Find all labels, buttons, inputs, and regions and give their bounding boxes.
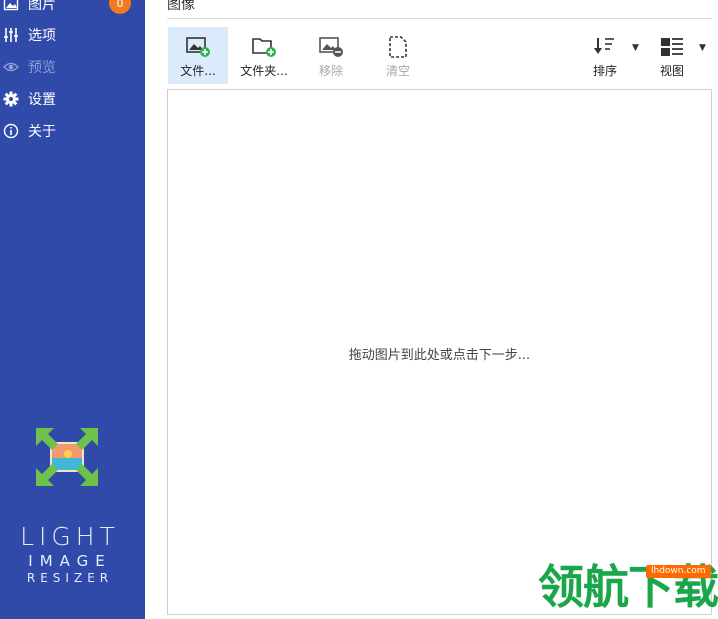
view-list-icon <box>657 35 687 59</box>
sliders-icon <box>2 26 20 44</box>
sidebar: 图片 0 选项 预览 设置 关于 LIGHT IMAGE RESIZER <box>0 0 145 619</box>
watermark-tag: lhdown.com <box>646 565 711 578</box>
logo-text-light: LIGHT <box>20 522 120 551</box>
sidebar-item-options[interactable]: 选项 <box>0 20 145 50</box>
image-count-badge: 0 <box>109 0 131 14</box>
sort-button[interactable]: 排序 <box>575 27 635 84</box>
info-icon <box>2 122 20 140</box>
section-divider <box>167 18 712 19</box>
logo-text-resizer: RESIZER <box>26 571 114 585</box>
clear-page-icon <box>383 35 413 59</box>
sidebar-item-label: 预览 <box>28 60 56 76</box>
sidebar-item-images[interactable]: 图片 0 <box>0 0 145 19</box>
clear-label: 清空 <box>385 64 410 78</box>
eye-icon <box>2 58 20 76</box>
add-image-icon <box>183 35 213 59</box>
drop-hint-text: 拖动图片到此处或点击下一步... <box>348 348 531 363</box>
image-icon <box>2 0 20 13</box>
image-drop-area[interactable]: 拖动图片到此处或点击下一步... <box>167 89 712 615</box>
sort-label: 排序 <box>592 64 617 78</box>
sort-dropdown-icon[interactable]: ▼ <box>632 43 639 53</box>
watermark: 领航下载 lhdown.com <box>538 560 718 619</box>
add-folder-icon <box>249 35 279 59</box>
add-folder-button[interactable]: 文件夹... <box>234 27 294 84</box>
logo-text-image: IMAGE <box>28 552 112 570</box>
view-label: 视图 <box>659 64 684 78</box>
add-files-label: 文件... <box>180 64 216 78</box>
remove-label: 移除 <box>318 64 343 78</box>
sidebar-item-settings[interactable]: 设置 <box>0 84 145 114</box>
sidebar-item-preview[interactable]: 预览 <box>0 52 145 82</box>
clear-button[interactable]: 清空 <box>368 27 428 84</box>
sort-icon <box>590 35 620 59</box>
remove-button[interactable]: 移除 <box>301 27 361 84</box>
view-dropdown-icon[interactable]: ▼ <box>699 43 706 53</box>
remove-image-icon <box>316 35 346 59</box>
app-logo-icon <box>36 428 98 486</box>
view-button[interactable]: 视图 <box>642 27 702 84</box>
add-files-button[interactable]: 文件... <box>168 27 228 84</box>
gear-icon <box>2 90 20 108</box>
sidebar-item-label: 图片 <box>28 0 56 13</box>
add-folder-label: 文件夹... <box>240 64 288 78</box>
sidebar-item-label: 设置 <box>28 92 56 108</box>
sidebar-item-label: 选项 <box>28 28 56 44</box>
section-title: 图像 <box>167 0 195 13</box>
sidebar-item-about[interactable]: 关于 <box>0 116 145 146</box>
sidebar-item-label: 关于 <box>28 124 56 140</box>
